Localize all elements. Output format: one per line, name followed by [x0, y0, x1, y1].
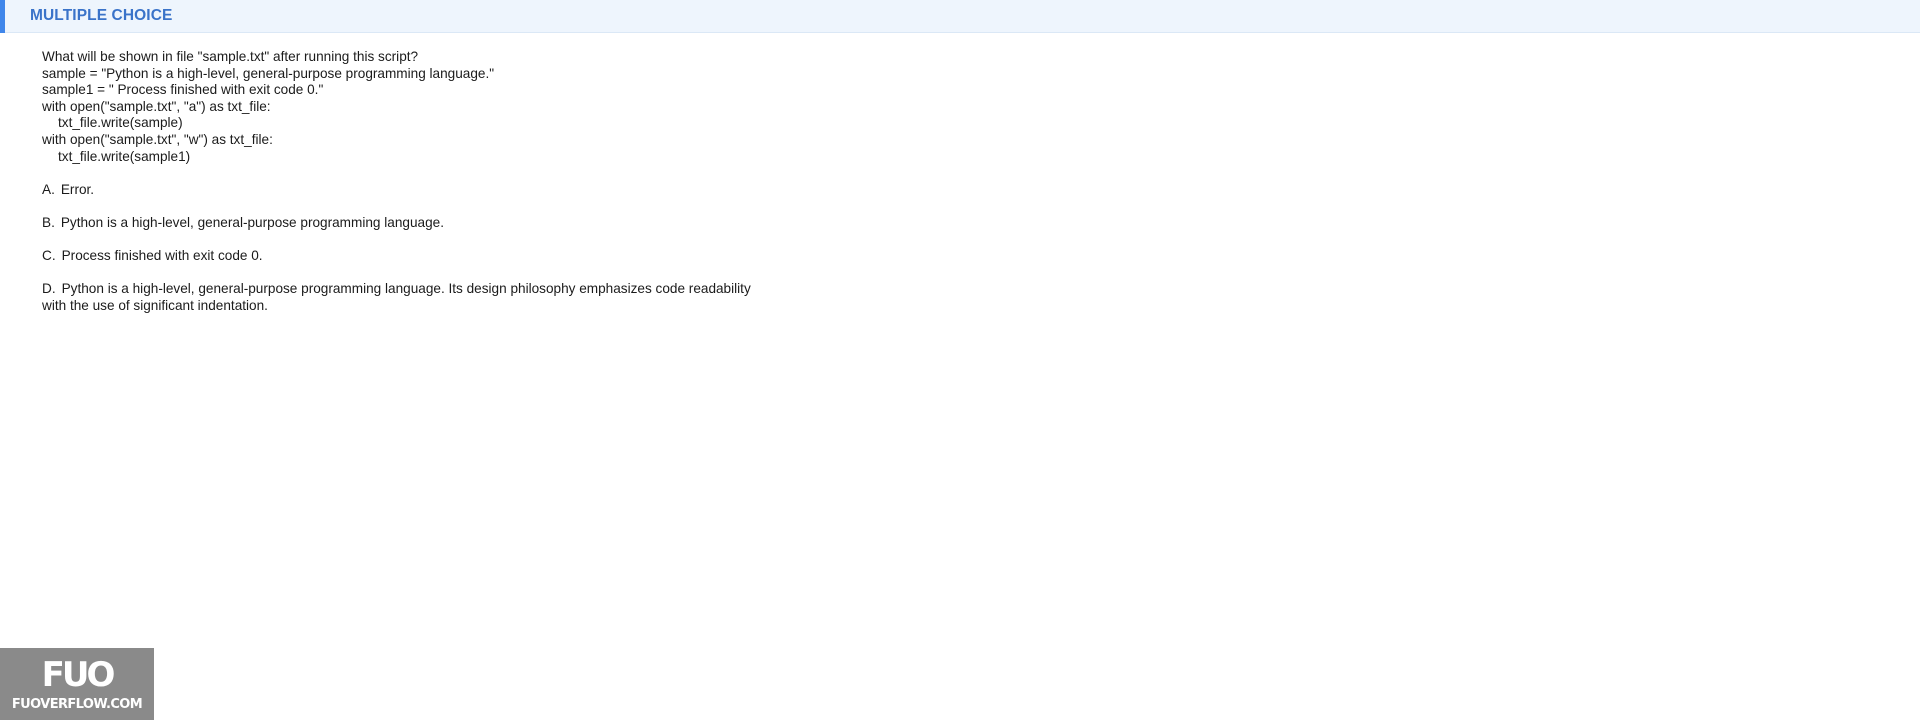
watermark-site: FUOVERFLOW.COM	[11, 697, 143, 712]
question-block: What will be shown in file "sample.txt" …	[42, 49, 802, 331]
option-d[interactable]: D. Python is a high-level, general-purpos…	[42, 281, 762, 314]
code-line: with open("sample.txt", "a") as txt_file…	[42, 98, 271, 114]
code-line: txt_file.write(sample1)	[58, 148, 191, 164]
section-header: MULTIPLE CHOICE	[0, 0, 1920, 33]
option-b[interactable]: B. Python is a high-level, general-purpos…	[42, 215, 802, 232]
option-text: Python is a high-level, general-purpose …	[60, 214, 444, 230]
option-text: Error.	[60, 181, 95, 197]
option-text: Python is a high-level, general-purpose …	[42, 281, 751, 313]
code-line: sample = "Python is a high-level, genera…	[42, 65, 495, 81]
code-line: sample1 = " Process finished with exit c…	[42, 82, 324, 98]
code-line: with open("sample.txt", "w") as txt_file…	[42, 131, 273, 147]
option-letter: A.	[42, 181, 55, 197]
watermark-mark: FUO	[41, 655, 116, 695]
code-line: txt_file.write(sample)	[58, 115, 183, 131]
option-text: Process finished with exit code 0.	[61, 248, 263, 264]
option-letter: D.	[42, 281, 56, 297]
question-prompt: What will be shown in file "sample.txt" …	[42, 49, 419, 64]
question-text: What will be shown in file "sample.txt" …	[42, 49, 802, 165]
option-a[interactable]: A. Error.	[42, 182, 802, 199]
quiz-page: MULTIPLE CHOICE What will be shown in fi…	[0, 0, 1920, 720]
header-accent-bar	[0, 0, 5, 33]
option-letter: B.	[42, 214, 55, 230]
section-title: MULTIPLE CHOICE	[30, 7, 173, 24]
option-letter: C.	[42, 248, 56, 264]
fuoverflow-watermark-logo: FUO FUOVERFLOW.COM	[0, 648, 154, 720]
option-c[interactable]: C. Process finished with exit code 0.	[42, 248, 802, 265]
answer-options: A. Error. B. Python is a high-level, gener…	[42, 182, 802, 315]
